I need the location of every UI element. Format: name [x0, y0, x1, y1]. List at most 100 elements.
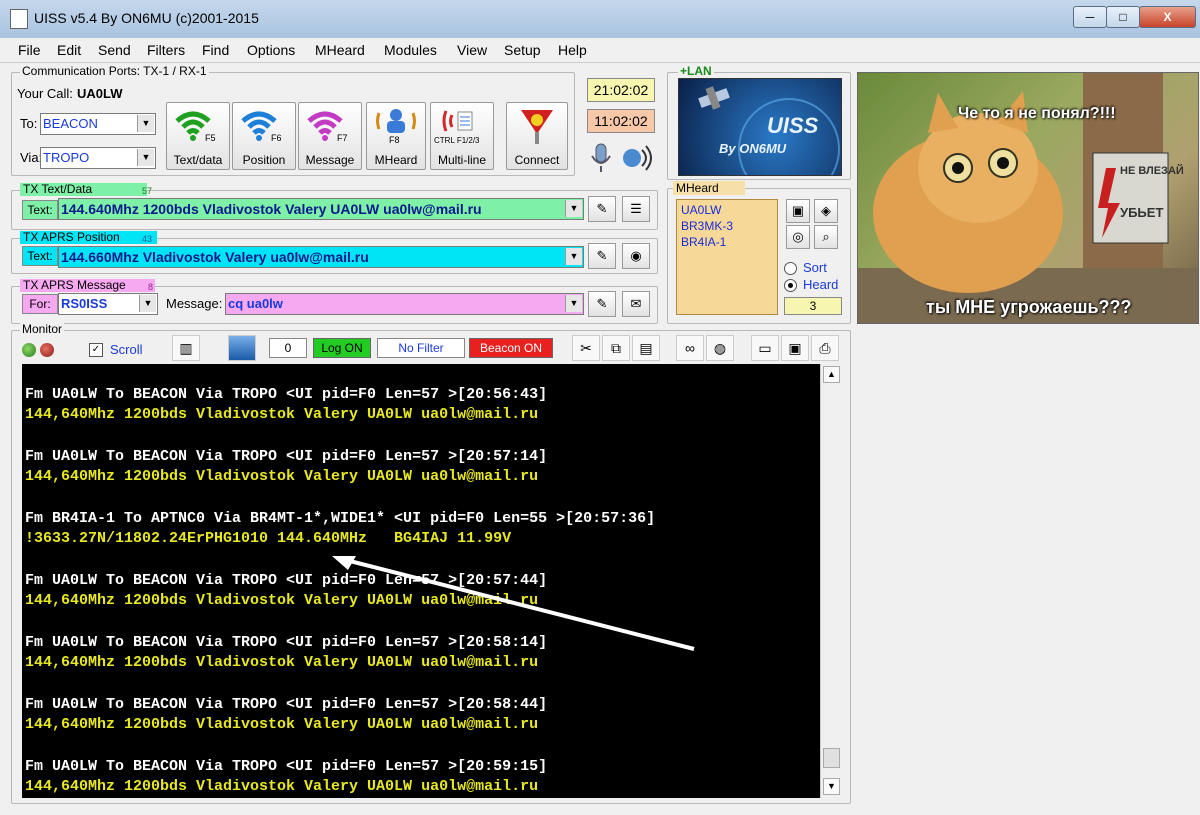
window-title: UISS v5.4 By ON6MU (c)2001-2015: [34, 10, 259, 26]
sign-text-2: УБЬЕТ: [1120, 205, 1164, 220]
tx-position-combo[interactable]: 144.660Mhz Vladivostok Valery ua0lw@mail…: [58, 246, 584, 268]
via-combo[interactable]: TROPO ▼: [40, 147, 156, 169]
lan-label: +LAN: [678, 64, 714, 78]
menu-modules[interactable]: Modules: [384, 42, 437, 58]
heard-label: Heard: [803, 277, 839, 292]
minimize-button[interactable]: ─: [1073, 6, 1107, 28]
audio-settings-icon[interactable]: [620, 142, 654, 174]
search-icon[interactable]: ⌕: [814, 225, 838, 249]
save-icon[interactable]: ▣: [786, 199, 810, 223]
close-button[interactable]: X: [1139, 6, 1196, 28]
paste-icon[interactable]: ▤: [632, 335, 660, 361]
chevron-down-icon[interactable]: ▼: [137, 149, 154, 166]
via-label: Via:: [20, 150, 43, 165]
logo-subtitle: By ON6MU: [719, 141, 787, 156]
menu-view[interactable]: View: [457, 42, 487, 58]
menu-file[interactable]: File: [18, 42, 41, 58]
scroll-down-icon[interactable]: ▼: [823, 778, 840, 795]
globe-search-icon[interactable]: ◉: [622, 243, 650, 269]
position-button[interactable]: F6 Position: [232, 102, 296, 170]
filter-button[interactable]: No Filter: [377, 338, 465, 358]
tx-text-combo[interactable]: 144.640Mhz 1200bds Vladivostok Valery UA…: [58, 198, 584, 220]
menu-options[interactable]: Options: [247, 42, 295, 58]
red-led-icon: [40, 343, 54, 357]
for-combo[interactable]: RS0ISS ▼: [58, 293, 158, 315]
tx-message-label: TX APRS Message: [20, 279, 155, 292]
chevron-down-icon[interactable]: ▼: [565, 200, 582, 217]
menu-edit[interactable]: Edit: [57, 42, 81, 58]
list-item[interactable]: UA0LW: [681, 203, 721, 217]
message-label: Message: [305, 153, 355, 167]
database-icon[interactable]: ◍: [706, 335, 734, 361]
chevron-down-icon[interactable]: ▼: [137, 115, 154, 132]
text-data-button[interactable]: F5 Text/data: [166, 102, 230, 170]
database-icon[interactable]: ◎: [786, 225, 810, 249]
beacon-on-button[interactable]: Beacon ON: [469, 338, 553, 358]
copy-icon[interactable]: ⧉: [602, 335, 630, 361]
microphone-icon[interactable]: [586, 142, 616, 174]
chevron-down-icon[interactable]: ▼: [565, 248, 582, 265]
your-call-value: UA0LW: [77, 86, 123, 101]
menu-send[interactable]: Send: [98, 42, 131, 58]
multi-line-label: Multi-line: [437, 153, 486, 167]
meme-bottom-text: ты МНЕ угрожаешь???: [926, 297, 1132, 317]
message-button[interactable]: F7 Message: [298, 102, 362, 170]
edit-text-icon[interactable]: ✎: [588, 196, 616, 222]
envelope-icon[interactable]: ✉: [622, 291, 650, 317]
menu-find[interactable]: Find: [202, 42, 229, 58]
window-icon[interactable]: [228, 335, 256, 361]
meme-top-text: Че то я не понял?!!!: [958, 105, 1116, 122]
connect-label: Connect: [514, 153, 560, 167]
edit-position-icon[interactable]: ✎: [588, 243, 616, 269]
connect-button[interactable]: Connect: [506, 102, 568, 170]
menu-setup[interactable]: Setup: [504, 42, 541, 58]
tx-position-label: TX APRS Position: [20, 231, 157, 244]
open-folder-icon[interactable]: ▭: [751, 335, 779, 361]
logo-title: UISS: [767, 113, 819, 138]
chevron-down-icon[interactable]: ▼: [139, 295, 156, 312]
to-combo[interactable]: BEACON ▼: [40, 113, 156, 135]
mheard-button[interactable]: F8 MHeard: [366, 102, 426, 170]
mheard-list[interactable]: UA0LW BR3MK-3 BR4IA-1: [676, 199, 778, 315]
maximize-button[interactable]: □: [1106, 6, 1140, 28]
heard-count: 3: [784, 297, 842, 315]
scroll-up-icon[interactable]: ▲: [823, 366, 840, 383]
map-icon[interactable]: ◈: [814, 199, 838, 223]
menu-mheard[interactable]: MHeard: [315, 42, 365, 58]
scroll-label: Scroll: [110, 342, 143, 357]
monitor-terminal[interactable]: Fm UA0LW To BEACON Via TROPO <UI pid=F0 …: [22, 364, 820, 798]
sign-text-1: НЕ ВЛЕЗАЙ: [1120, 165, 1184, 177]
text-list-icon[interactable]: ☰: [622, 196, 650, 222]
scroll-checkbox[interactable]: ✓: [89, 343, 103, 357]
mheard-label: MHeard: [374, 153, 418, 167]
list-item[interactable]: BR3MK-3: [681, 219, 733, 233]
signal-monitor-icon[interactable]: ▥: [172, 335, 200, 361]
message-combo[interactable]: cq ua0lw ▼: [225, 293, 584, 315]
sort-radio[interactable]: [784, 262, 797, 275]
f6-key-label: F6: [271, 133, 282, 143]
list-item[interactable]: BR4IA-1: [681, 235, 726, 249]
annotation-arrow: [332, 556, 695, 651]
save-icon[interactable]: ▣: [781, 335, 809, 361]
comm-ports-label: Communication Ports: TX-1 / RX-1: [20, 64, 209, 78]
tx-position-field-label: Text:: [22, 246, 58, 266]
edit-message-icon[interactable]: ✎: [588, 291, 616, 317]
heard-radio[interactable]: [784, 279, 797, 292]
menu-filters[interactable]: Filters: [147, 42, 185, 58]
scroll-thumb[interactable]: [823, 748, 840, 768]
cat-meme-image: Че то я не понял?!!! НЕ ВЛЕЗАЙ УБЬЕТ ты …: [857, 72, 1199, 324]
multi-line-button[interactable]: CTRL F1/2/3 Multi-line: [430, 102, 494, 170]
for-value: RS0ISS: [61, 296, 108, 311]
radio-selected-dot: [788, 283, 793, 288]
monitor-scrollbar[interactable]: ▲ ▼: [820, 364, 841, 798]
message-label: Message:: [166, 296, 223, 311]
menu-help[interactable]: Help: [558, 42, 587, 58]
print-icon[interactable]: ⎙: [811, 335, 839, 361]
chevron-down-icon[interactable]: ▼: [565, 295, 582, 312]
binoculars-icon[interactable]: ∞: [676, 335, 704, 361]
cut-icon[interactable]: ✂: [572, 335, 600, 361]
mheard-label: MHeard: [673, 181, 745, 195]
tx-text-label: TX Text/Data: [20, 183, 147, 196]
log-on-button[interactable]: Log ON: [313, 338, 371, 358]
tx-text-field-label: Text:: [22, 200, 58, 220]
